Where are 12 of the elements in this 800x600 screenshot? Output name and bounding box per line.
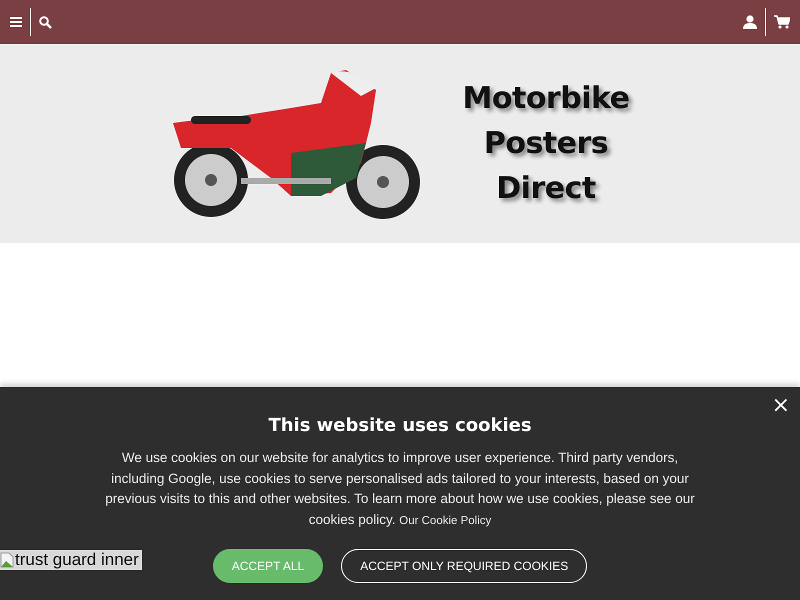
search-icon[interactable] <box>39 16 52 28</box>
cart-icon[interactable] <box>774 15 790 29</box>
cookie-text: We use cookies on our website for analytics to improve user experience. Third party vendors, including Google, use cookies to serve personalised ads tailored to your interests, based on your previous visits to this and other websites. To learn more about how we use cookies, please see our cookies policy. Our Cookie Policy <box>105 449 695 529</box>
cookie-policy-link[interactable]: Our Cookie Policy <box>399 514 492 526</box>
broken-image-icon <box>0 552 14 568</box>
close-button[interactable]: × <box>770 395 792 417</box>
cookie-title: This website uses cookies <box>268 415 532 436</box>
trust-badge-alt-text: trust guard inner <box>15 550 139 570</box>
user-icon[interactable] <box>743 15 757 29</box>
menu-icon[interactable] <box>10 16 22 28</box>
logo-text[interactable]: Motorbike Posters Direct <box>462 76 630 211</box>
accept-required-button[interactable]: ACCEPT ONLY REQUIRED COOKIES <box>341 549 588 583</box>
